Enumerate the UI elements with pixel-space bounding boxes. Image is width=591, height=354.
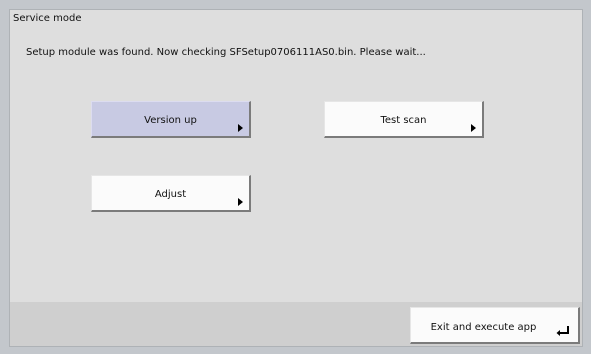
screen-background: Service mode Setup module was found. Now… [0,0,591,354]
exit-and-execute-app-button[interactable]: Exit and execute app [410,307,580,344]
right-triangle-icon [238,198,243,206]
version-up-label: Version up [144,115,197,126]
right-triangle-icon [238,124,243,132]
footer-bar: Exit and execute app [10,302,582,346]
version-up-button[interactable]: Version up [91,101,251,138]
adjust-label: Adjust [154,189,187,200]
adjust-button[interactable]: Adjust [91,175,251,212]
exit-and-execute-app-label: Exit and execute app [430,322,537,333]
right-triangle-icon [471,124,476,132]
status-message: Setup module was found. Now checking SFS… [26,47,426,58]
service-mode-window: Service mode Setup module was found. Now… [9,9,583,347]
enter-return-icon [556,326,569,336]
window-title: Service mode [13,13,82,24]
test-scan-button[interactable]: Test scan [324,101,484,138]
test-scan-label: Test scan [380,115,427,126]
